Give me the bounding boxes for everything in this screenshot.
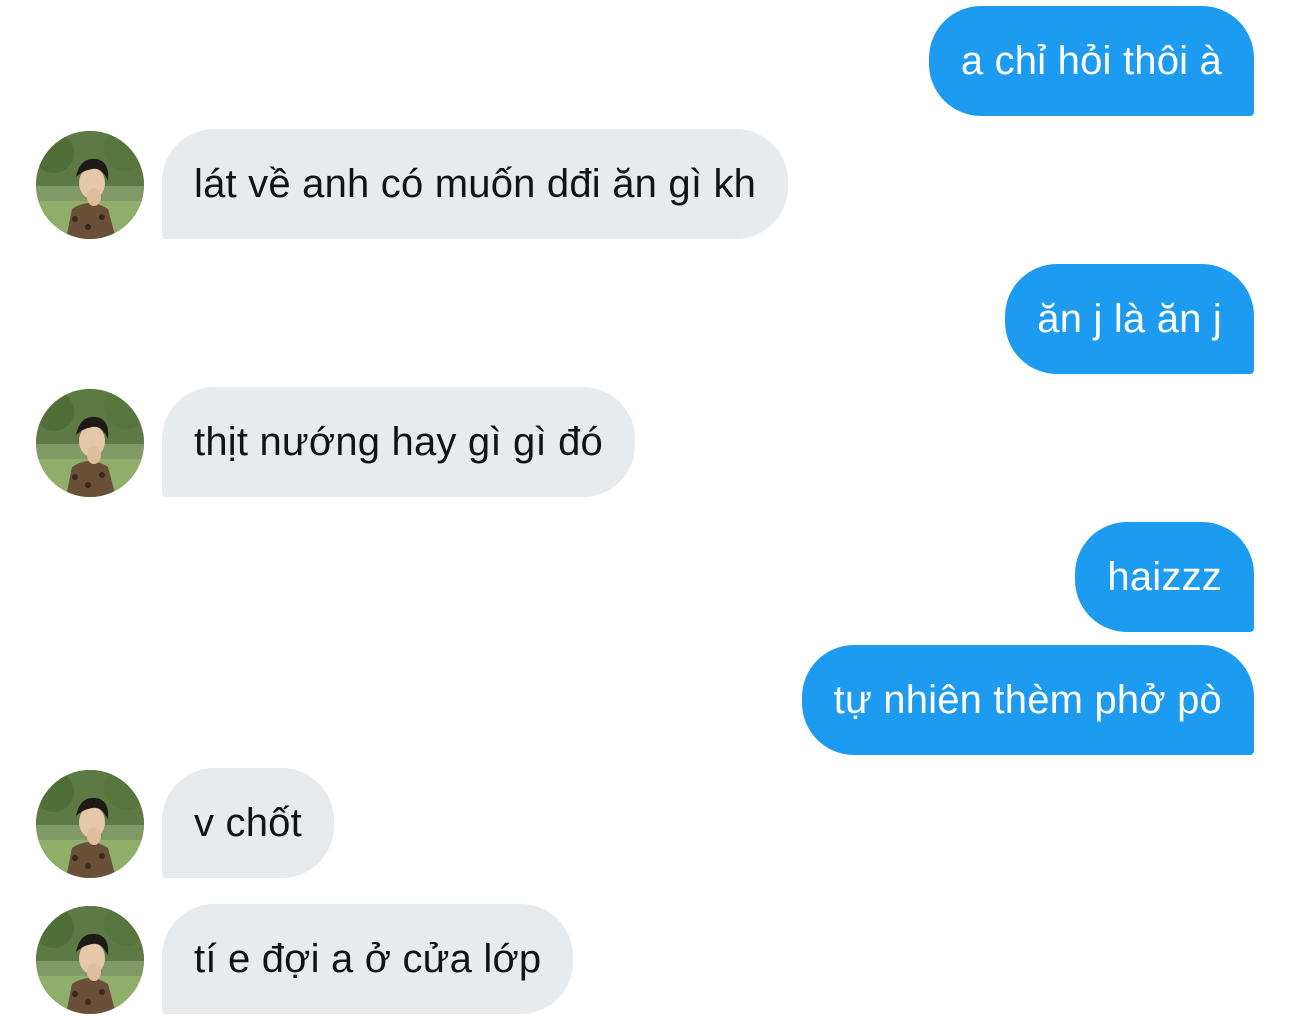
outgoing-message-bubble[interactable]: haizzz <box>1075 522 1254 632</box>
message-thread: a chỉ hỏi thôi à lát về anh có muốn dđi … <box>0 0 1290 1020</box>
incoming-message-bubble[interactable]: thịt nướng hay gì gì đó <box>162 387 635 497</box>
message-text: ăn j là ăn j <box>1037 296 1222 341</box>
outgoing-message-bubble[interactable]: a chỉ hỏi thôi à <box>928 6 1254 116</box>
incoming-message-bubble[interactable]: lát về anh có muốn dđi ăn gì kh <box>162 129 789 239</box>
message-text: lát về anh có muốn dđi ăn gì kh <box>194 161 757 206</box>
message-text: a chỉ hỏi thôi à <box>960 38 1222 83</box>
sender-avatar[interactable] <box>36 389 144 497</box>
outgoing-message-bubble[interactable]: tự nhiên thèm phở pò <box>801 645 1254 755</box>
incoming-message-bubble[interactable]: v chốt <box>162 768 334 878</box>
sender-avatar[interactable] <box>36 770 144 878</box>
message-text: v chốt <box>194 800 302 845</box>
outgoing-message-bubble[interactable]: ăn j là ăn j <box>1005 264 1254 374</box>
message-text: tự nhiên thèm phở pò <box>833 677 1222 722</box>
sender-avatar[interactable] <box>36 131 144 239</box>
message-text: tí e đợi a ở cửa lớp <box>194 936 542 981</box>
message-text: thịt nướng hay gì gì đó <box>194 419 603 464</box>
message-text: haizzz <box>1107 554 1222 599</box>
sender-avatar[interactable] <box>36 906 144 1014</box>
incoming-message-bubble[interactable]: tí e đợi a ở cửa lớp <box>162 904 574 1014</box>
